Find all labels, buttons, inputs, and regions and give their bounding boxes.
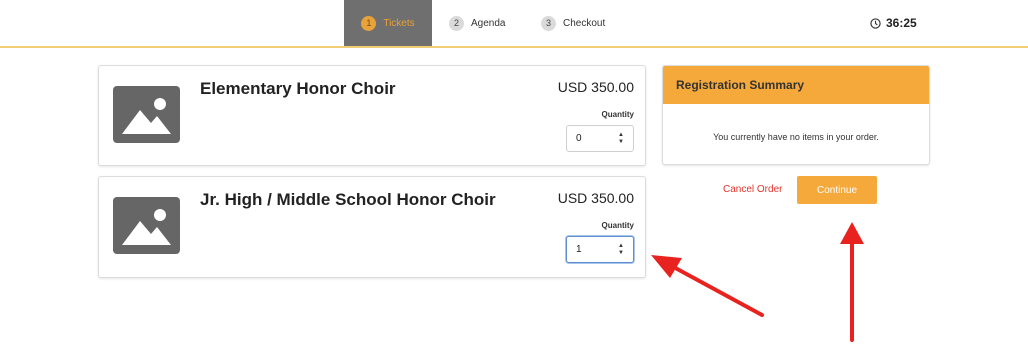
ticket-selection-page: 1 Tickets 2 Agenda 3 Checkout 36:25 Elem… [0,0,1028,345]
arrow-to-quantity-icon [651,255,764,317]
annotation-arrows [651,222,864,342]
arrow-to-continue-icon [840,222,864,342]
